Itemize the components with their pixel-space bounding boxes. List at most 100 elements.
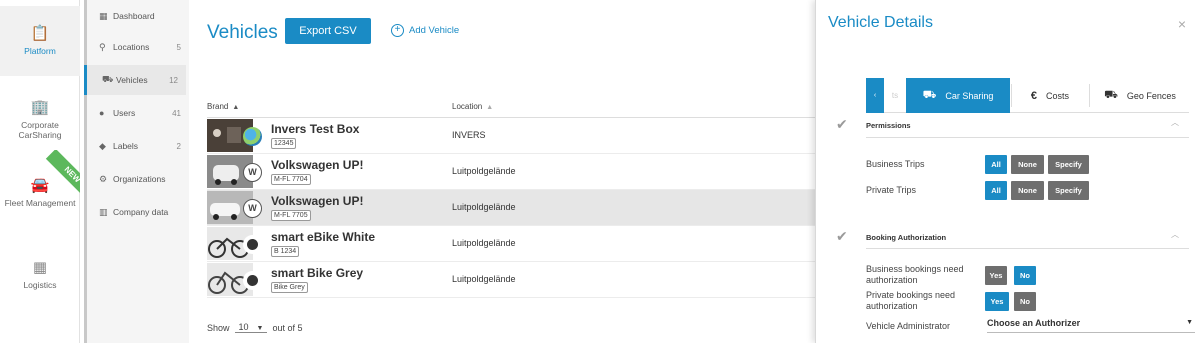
private-trips-label: Private Trips [866,185,917,195]
subnav-item-label: Vehicles [116,75,148,85]
page-size-select[interactable]: 10 ▼ [234,322,268,333]
chevron-up-icon[interactable]: ︿ [1171,117,1179,128]
subnav-item-vehicles[interactable]: ⛟ Vehicles 12 [84,65,186,95]
private-trips-specify-button[interactable]: Specify [1048,181,1089,200]
invers-logo-icon [243,127,262,146]
business-bookings-no-button[interactable]: No [1014,266,1036,285]
subnav-item-label: Company data [113,207,169,217]
table-row[interactable]: W Volkswagen UP! M-FL 7704 Luitpoldgelän… [207,154,815,190]
add-vehicle-button[interactable]: + Add Vehicle [391,24,459,37]
vehicle-administrator-label: Vehicle Administrator [866,321,951,331]
rail-item-label: Platform [24,46,56,56]
vehicle-name: Invers Test Box [271,122,360,136]
pagination-footer: Show 10 ▼ out of 5 [207,322,303,333]
table-row[interactable]: smart Bike Grey Bike Grey Luitpoldgeländ… [207,262,815,298]
business-trips-specify-button[interactable]: Specify [1048,155,1089,174]
subnav-item-company-data[interactable]: ▥ Company data [87,197,189,227]
subnav-item-count: 12 [169,75,178,85]
subnav-item-labels[interactable]: ◆ Labels 2 [87,131,189,161]
location-pin-icon: ⚲ [99,41,106,52]
table-row[interactable]: smart eBike White B 1234 Luitpoldgelände [207,226,815,262]
tab-label: Car Sharing [945,90,994,101]
section-divider [866,248,1189,249]
subnav-item-label: Users [113,108,136,118]
sort-icon: ▲ [486,104,494,111]
license-plate: M-FL 7705 [271,210,311,221]
tab-hidden-partial[interactable]: ts [884,78,906,113]
license-plate: Bike Grey [271,282,308,293]
vehicle-location: Luitpoldgelände [452,274,516,284]
tab-geo-fences[interactable]: ⛟ Geo Fences [1090,78,1190,113]
tab-car-sharing[interactable]: ⛟ Car Sharing [906,78,1010,113]
private-bookings-yes-button[interactable]: Yes [985,292,1009,311]
subnav-item-count: 5 [176,42,181,52]
vehicle-name: Volkswagen UP! [271,194,364,208]
smart-logo-icon [243,235,262,254]
page-title: Vehicles [207,22,278,43]
panel-title: Vehicle Details [828,14,933,31]
business-trips-none-button[interactable]: None [1011,155,1044,174]
business-bookings-yes-button[interactable]: Yes [985,266,1007,285]
authorizer-select-value: Choose an Authorizer [987,318,1081,328]
license-plate: M-FL 7704 [271,174,311,185]
vehicle-name: Volkswagen UP! [271,158,364,172]
vehicle-location: INVERS [452,130,486,140]
show-label: Show [207,322,230,333]
vehicle-details-panel: Vehicle Details × ‹ ts ⛟ Car Sharing € C… [815,0,1200,343]
column-header-brand[interactable]: Brand ▲ [207,102,239,111]
table-row[interactable]: Invers Test Box 12345 INVERS [207,118,815,154]
car-icon: ⛟ [102,74,114,84]
clipboard-icon: 📋 [30,25,50,42]
column-header-location[interactable]: Location ▲ [452,102,493,111]
column-header-label: Brand [207,102,229,111]
vehicle-location: Luitpoldgelände [452,238,516,248]
subnav-item-count: 2 [176,141,181,151]
private-trips-none-button[interactable]: None [1011,181,1044,200]
rail-item-label: Corporate CarSharing [18,120,62,140]
check-icon: ✔ [836,116,848,132]
chevron-up-icon[interactable]: ︿ [1171,229,1179,240]
subnav-item-label: Labels [113,141,139,151]
private-bookings-no-button[interactable]: No [1014,292,1036,311]
rail-item-logistics[interactable]: ▦ Logistics [0,260,80,306]
volkswagen-logo-icon: W [243,163,262,182]
car-icon: ⛟ [1104,88,1118,101]
sort-asc-icon: ▲ [232,104,240,111]
subnav-item-locations[interactable]: ⚲ Locations 5 [87,32,189,62]
tab-scroll-left-button[interactable]: ‹ [866,78,884,113]
tab-costs[interactable]: € Costs [1012,78,1088,113]
close-icon[interactable]: × [1178,16,1186,32]
column-header-label: Location [452,102,483,111]
subnav-item-organizations[interactable]: ⚙ Organizations [87,164,189,194]
license-plate: B 1234 [271,246,300,257]
caret-down-icon: ▼ [1186,319,1193,326]
rail-item-label: Logistics [23,280,57,290]
building-icon: 🏢 [30,99,50,116]
caret-down-icon: ▼ [256,325,264,332]
car-sharing-icon: ⛟ [922,88,937,101]
vehicle-name: smart Bike Grey [271,266,364,280]
license-plate: 12345 [271,138,297,149]
table-row-selected[interactable]: W Volkswagen UP! M-FL 7705 Luitpoldgelän… [207,190,815,226]
rail-item-platform[interactable]: 📋 Platform [0,6,80,76]
business-trips-label: Business Trips [866,159,925,169]
export-csv-button[interactable]: Export CSV [285,18,371,44]
new-badge: NEW [45,150,80,202]
subnav-item-count: 41 [172,108,181,118]
warehouse-icon: ▦ [32,259,48,276]
plus-circle-icon: + [391,24,404,37]
subnav-item-label: Locations [113,42,150,52]
rail-item-corporate-carsharing[interactable]: 🏢 Corporate CarSharing [0,100,80,146]
private-trips-all-button[interactable]: All [985,181,1007,200]
subnav-item-users[interactable]: ● Users 41 [87,98,189,128]
booking-authorization-title: Booking Authorization [866,233,947,242]
subnav-item-label: Organizations [113,174,166,184]
authorizer-select[interactable]: Choose an Authorizer ▼ [987,318,1195,333]
user-icon: ● [99,108,105,118]
check-icon: ✔ [836,228,848,244]
subnav-item-dashboard[interactable]: ▦ Dashboard [87,1,189,31]
business-trips-all-button[interactable]: All [985,155,1007,174]
smart-logo-icon [243,271,262,290]
permissions-title: Permissions [866,121,911,130]
new-badge-clip: NEW [0,150,80,210]
